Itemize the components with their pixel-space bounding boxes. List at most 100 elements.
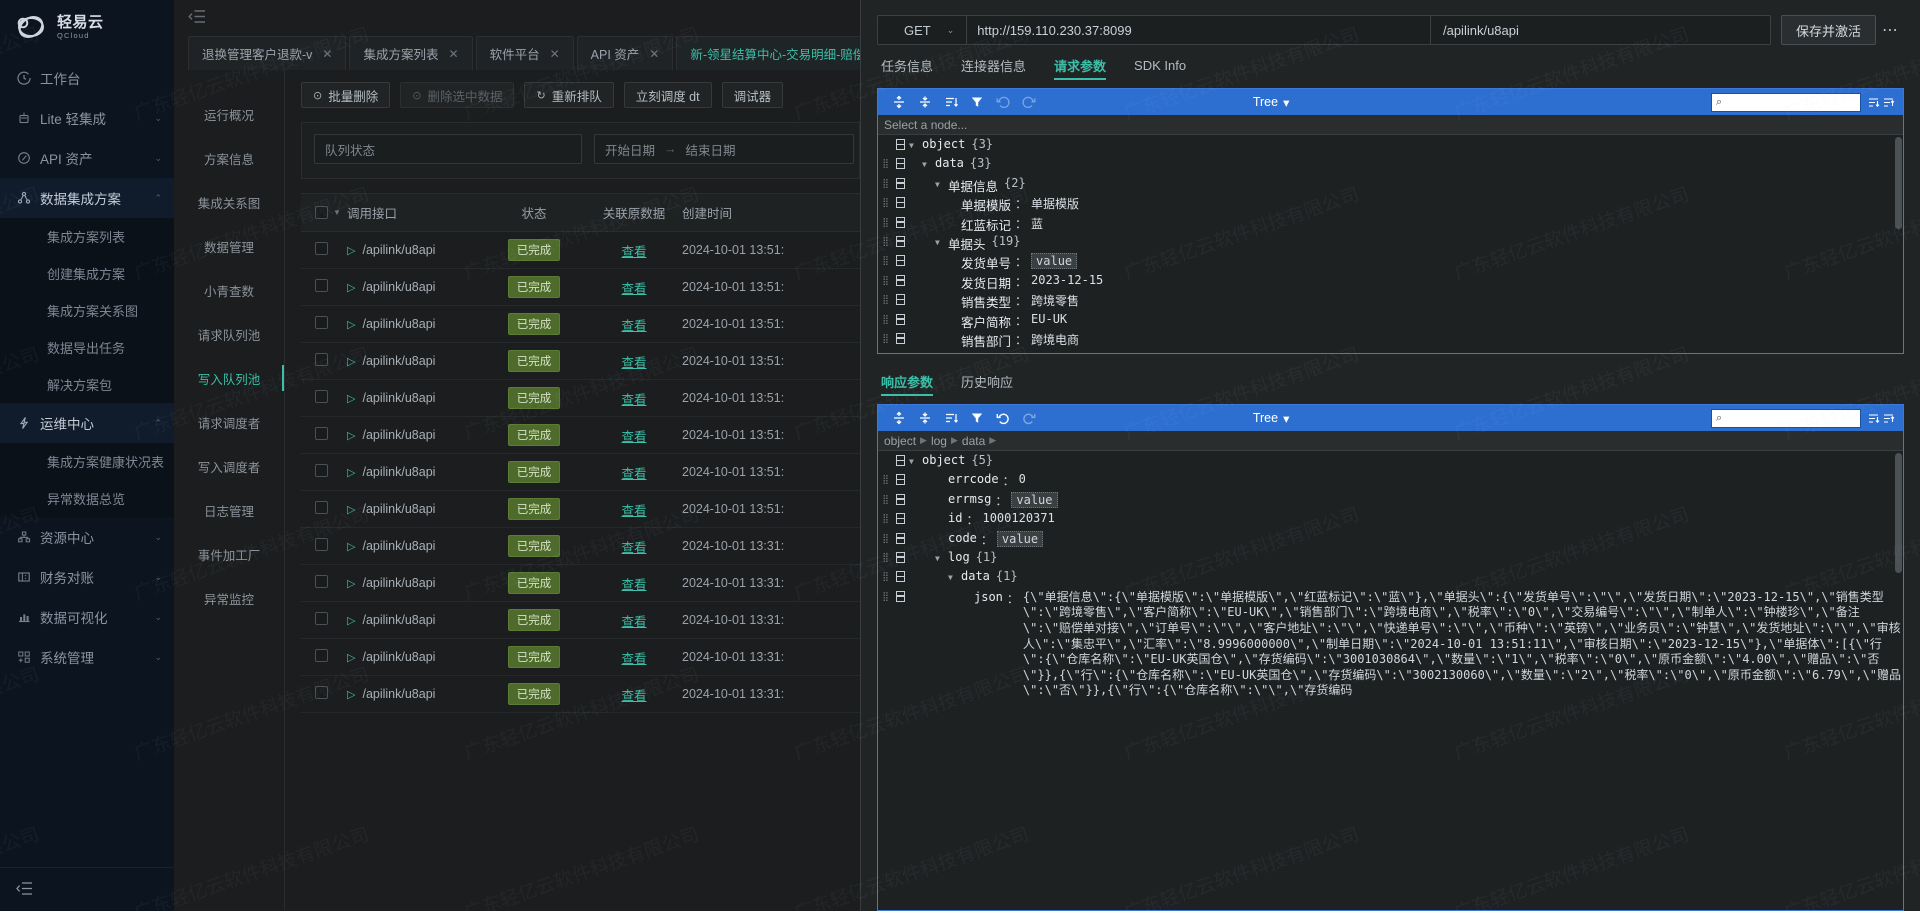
node-marker-icon[interactable]	[892, 195, 909, 209]
expand-toggle-icon[interactable]: ▼	[935, 550, 948, 563]
json-row[interactable]: ⣿ 红蓝标记 ： 蓝	[878, 215, 1903, 234]
undo-icon[interactable]	[990, 90, 1016, 114]
expand-toggle-icon[interactable]: ▼	[948, 569, 961, 582]
node-marker-icon[interactable]	[892, 292, 909, 306]
expand-toggle-icon[interactable]: ▼	[935, 234, 948, 247]
sidebar-item-integration-graph[interactable]: 集成方案关系图	[0, 292, 174, 329]
node-marker-icon[interactable]	[892, 331, 909, 344]
delete-selected-button[interactable]: ⊙ 删除选中数据	[400, 82, 515, 108]
row-checkbox[interactable]	[315, 316, 328, 329]
view-link[interactable]: 查看	[621, 578, 646, 592]
drag-handle-icon[interactable]: ⣿	[878, 511, 892, 524]
json-row[interactable]: ⣿ errcode ： 0	[878, 472, 1903, 491]
view-link[interactable]: 查看	[621, 467, 646, 481]
drag-handle-icon[interactable]: ⣿	[878, 234, 892, 247]
section-abnormal-monitor[interactable]: 异常监控	[174, 582, 284, 614]
view-link[interactable]: 查看	[621, 393, 646, 407]
node-marker-icon[interactable]	[892, 511, 909, 525]
json-value[interactable]: value	[1031, 253, 1078, 270]
queue-status-input[interactable]: 队列状态	[314, 134, 582, 164]
drag-handle-icon[interactable]: ⣿	[878, 569, 892, 582]
json-value[interactable]: 单据模版	[1031, 195, 1079, 212]
sidebar-item-system-management[interactable]: 系统管理 ⌄	[0, 637, 174, 677]
request-editor-search-input[interactable]: ⌕	[1710, 92, 1861, 112]
drag-handle-icon[interactable]: ⣿	[878, 176, 892, 189]
breadcrumb-item[interactable]: data	[962, 434, 985, 448]
drag-handle-icon[interactable]: ⣿	[878, 215, 892, 228]
sidebar-item-abnormal-overview[interactable]: 异常数据总览	[0, 480, 174, 517]
expand-toggle-icon[interactable]: ▼	[909, 137, 922, 150]
close-icon[interactable]: ✕	[449, 47, 459, 61]
tab-response-params[interactable]: 响应参数	[881, 366, 934, 396]
json-row[interactable]: ⣿ ▼ data {3}	[878, 156, 1903, 175]
filter-icon[interactable]	[964, 406, 990, 430]
json-row[interactable]: ⣿ 单据模版 ： 单据模版	[878, 195, 1903, 214]
table-row[interactable]: ▷ /apilink/u8api 已完成 查看 2024-10-01 13:31:	[301, 638, 860, 676]
breadcrumb-item[interactable]: object	[884, 434, 916, 448]
table-row[interactable]: ▷ /apilink/u8api 已完成 查看 2024-10-01 13:51:	[301, 268, 860, 306]
node-marker-icon[interactable]	[892, 215, 909, 228]
sidebar-item-solution-package[interactable]: 解决方案包	[0, 366, 174, 403]
json-value[interactable]: 跨境电商	[1031, 331, 1079, 348]
sidebar-item-integration-list[interactable]: 集成方案列表	[0, 218, 174, 255]
json-row[interactable]: ⣿ code ： value	[878, 530, 1903, 550]
row-checkbox[interactable]	[315, 575, 328, 588]
response-scrollbar[interactable]	[1895, 453, 1902, 573]
close-icon[interactable]: ✕	[322, 47, 332, 61]
section-run-overview[interactable]: 运行概况	[174, 98, 284, 130]
collapse-all-icon[interactable]	[912, 90, 938, 114]
table-row[interactable]: ▷ /apilink/u8api 已完成 查看 2024-10-01 13:51:	[301, 416, 860, 454]
node-marker-icon[interactable]	[892, 234, 909, 247]
request-host-input[interactable]: http://159.110.230.37:8099	[967, 16, 1430, 44]
json-blob-value[interactable]: {\"单据信息\":{\"单据模版\":\"单据模版\",\"红蓝标记\":\"…	[1023, 589, 1903, 699]
json-value[interactable]: value	[996, 530, 1044, 547]
row-checkbox[interactable]	[315, 390, 328, 403]
sidebar-item-create-integration[interactable]: 创建集成方案	[0, 255, 174, 292]
drag-handle-icon[interactable]: ⣿	[878, 589, 892, 602]
json-row[interactable]: ⣿ ▼ 单据头 {19}	[878, 234, 1903, 253]
json-row[interactable]: ▼ object {5}	[878, 453, 1903, 472]
view-link[interactable]: 查看	[621, 541, 646, 555]
expand-all-icon[interactable]	[886, 406, 912, 430]
section-event-factory[interactable]: 事件加工厂	[174, 538, 284, 570]
expand-all-icon[interactable]	[886, 90, 912, 114]
section-write-scheduler[interactable]: 写入调度者	[174, 450, 284, 482]
request-node-selector[interactable]: Select a node...	[878, 115, 1903, 135]
sidebar-item-finance[interactable]: 财务对账 ⌄	[0, 557, 174, 597]
json-row[interactable]: ▼ object {3}	[878, 137, 1903, 156]
view-link[interactable]: 查看	[621, 430, 646, 444]
date-range-input[interactable]: 开始日期 → 结束日期	[594, 134, 854, 164]
json-value[interactable]: 0	[1019, 472, 1026, 486]
close-icon[interactable]: ✕	[649, 47, 659, 61]
section-data-management[interactable]: 数据管理	[174, 230, 284, 262]
row-checkbox[interactable]	[315, 686, 328, 699]
debugger-button[interactable]: 调试器	[721, 82, 784, 108]
redo-icon[interactable]	[1016, 406, 1042, 430]
drag-handle-icon[interactable]: ⣿	[878, 312, 892, 325]
drag-handle-icon[interactable]: ⣿	[878, 331, 892, 344]
node-marker-icon[interactable]	[892, 492, 909, 505]
view-link[interactable]: 查看	[621, 245, 646, 259]
section-request-queue[interactable]: 请求队列池	[174, 318, 284, 350]
table-row[interactable]: ▷ /apilink/u8api 已完成 查看 2024-10-01 13:31:	[301, 564, 860, 602]
row-checkbox[interactable]	[315, 501, 328, 514]
node-marker-icon[interactable]	[892, 453, 909, 466]
sidebar-item-data-visualization[interactable]: 数据可视化 ⌄	[0, 597, 174, 637]
section-query[interactable]: 小青查数	[174, 274, 284, 306]
request-scrollbar[interactable]	[1895, 137, 1902, 229]
expand-toggle-icon[interactable]: ▼	[909, 453, 922, 466]
drag-handle-icon[interactable]	[878, 137, 892, 140]
sidebar-item-resource-center[interactable]: 资源中心 ⌄	[0, 517, 174, 557]
collapse-all-icon[interactable]	[912, 406, 938, 430]
section-log-management[interactable]: 日志管理	[174, 494, 284, 526]
drag-handle-icon[interactable]: ⣿	[878, 472, 892, 485]
table-row[interactable]: ▷ /apilink/u8api 已完成 查看 2024-10-01 13:51:	[301, 342, 860, 380]
filter-icon[interactable]	[964, 90, 990, 114]
json-value[interactable]: 2023-12-15	[1031, 273, 1103, 287]
view-link[interactable]: 查看	[621, 689, 646, 703]
tab-api-assets[interactable]: API 资产 ✕	[576, 36, 674, 70]
breadcrumb-item[interactable]: log	[931, 434, 947, 448]
sidebar-group-data-integration[interactable]: 数据集成方案 ⌃	[0, 178, 174, 218]
drag-handle-icon[interactable]: ⣿	[878, 156, 892, 169]
view-link[interactable]: 查看	[621, 652, 646, 666]
